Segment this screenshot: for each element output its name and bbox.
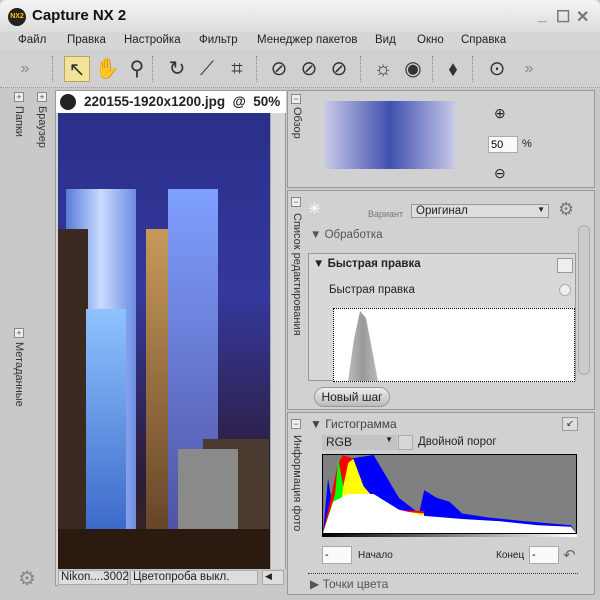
color-points-title: Точки цвета: [322, 577, 389, 591]
menu-edit[interactable]: Правка: [67, 34, 106, 46]
eye-icon[interactable]: ◉: [400, 56, 426, 82]
zoom-out-icon[interactable]: ⊖: [494, 165, 506, 182]
menu-bar: Файл Правка Настройка Фильтр Менеджер па…: [0, 32, 600, 50]
edit-list-panel: − Список редактирования ✳ Вариант Оригин…: [287, 190, 595, 410]
zoom-in-icon[interactable]: ⊕: [494, 105, 506, 122]
control-point-icon[interactable]: ⊙: [484, 56, 510, 82]
toolbar: » ↖ ✋ ⚲ ↻ ⟋ ⌗ ⊘ ⊘ ⊘ ☼ ◉ ⬧ ⊙ »: [0, 50, 600, 88]
camera-info: Nikon....3002: [58, 570, 129, 585]
close-button[interactable]: ✕: [576, 7, 589, 27]
histogram-header[interactable]: ▼ Гистограмма: [310, 417, 397, 431]
auto-retouch-icon[interactable]: ⬧: [440, 56, 466, 82]
document-title: 220155-1920x1200.jpg @ 50% |: [84, 94, 286, 109]
quick-fix-step: ▼ Быстрая правка Быстрая правка: [308, 253, 576, 382]
nx2-icon: [60, 94, 76, 110]
step-title[interactable]: ▼ Быстрая правка: [313, 258, 421, 270]
minimize-button[interactable]: _: [538, 7, 547, 25]
channel-value: RGB: [326, 435, 353, 449]
black-point-icon[interactable]: ⊘: [266, 56, 292, 82]
menu-help[interactable]: Справка: [461, 34, 506, 46]
collapse-icon[interactable]: −: [291, 197, 301, 207]
softproof-select[interactable]: Цветопроба выкл.: [130, 570, 258, 585]
zoom-icon[interactable]: ⚲: [124, 56, 150, 82]
rotate-icon[interactable]: ↻: [164, 56, 190, 82]
crop-icon[interactable]: ⌗: [224, 56, 250, 82]
gear-icon[interactable]: ⚙: [558, 199, 574, 220]
step-title-text: Быстрая правка: [327, 258, 421, 270]
tab-metadata[interactable]: Метаданные: [13, 342, 25, 407]
vertical-scrollbar[interactable]: [270, 113, 285, 569]
section-processing[interactable]: ▼ Обработка: [310, 229, 383, 241]
variant-label: Вариант: [368, 209, 404, 219]
maximize-button[interactable]: ☐: [556, 7, 570, 27]
expand-icon[interactable]: +: [14, 328, 24, 338]
dual-threshold-checkbox[interactable]: [398, 435, 413, 450]
gradient-bar: [322, 534, 577, 537]
tab-browser[interactable]: Браузер: [36, 106, 48, 148]
hand-icon[interactable]: ✋: [94, 56, 120, 82]
menu-adjust[interactable]: Настройка: [124, 34, 181, 46]
variant-select[interactable]: Оригинал ▼: [411, 204, 549, 218]
color-points-header[interactable]: ▶ Точки цвета: [310, 577, 388, 591]
direct-select-icon[interactable]: ↖: [64, 56, 90, 82]
histogram-chart: [322, 454, 577, 534]
title-bar: NX2 Capture NX 2 _ ☐ ✕: [0, 0, 600, 32]
start-input[interactable]: [322, 546, 352, 564]
menu-file[interactable]: Файл: [18, 34, 46, 46]
popout-icon[interactable]: ↙: [562, 417, 578, 431]
step-toggle[interactable]: [559, 284, 571, 296]
section-title: Обработка: [324, 229, 383, 241]
neutral-point-icon[interactable]: ⊘: [296, 56, 322, 82]
photo-info-label: Информация фото: [291, 435, 303, 532]
white-point-icon[interactable]: ⊘: [326, 56, 352, 82]
menu-batch[interactable]: Менеджер пакетов: [257, 34, 357, 46]
app-logo: NX2: [8, 8, 26, 26]
window-title: Capture NX 2: [32, 7, 127, 24]
tab-folders[interactable]: Папки: [13, 106, 25, 137]
end-label: Конец: [496, 550, 525, 561]
step-subtitle: Быстрая правка: [329, 284, 415, 296]
new-step-button[interactable]: Новый шаг: [314, 387, 390, 407]
red-eye-icon[interactable]: ☼: [370, 56, 396, 82]
straighten-icon[interactable]: ⟋: [194, 56, 220, 82]
menu-view[interactable]: Вид: [375, 34, 396, 46]
zoom-unit: %: [522, 138, 532, 150]
edit-list-scrollbar[interactable]: [578, 225, 590, 375]
photo-info-panel: − Информация фото ▼ Гистограмма ↙ RGB ▼ Д…: [287, 412, 595, 595]
more-icon[interactable]: »: [12, 56, 38, 82]
document-window: 220155-1920x1200.jpg @ 50% | Nikon....30…: [55, 90, 286, 586]
step-checkbox[interactable]: [557, 258, 573, 273]
menu-window[interactable]: Окно: [417, 34, 444, 46]
left-panel-strip: + + Папки Браузер + Метаданные ⚙: [8, 88, 54, 590]
reset-icon[interactable]: ↶: [563, 546, 576, 564]
overview-panel: − Обзор ⊕ % ⊖: [287, 90, 595, 188]
more-icon[interactable]: »: [516, 56, 542, 82]
overview-label: Обзор: [291, 107, 303, 139]
histogram-title: Гистограмма: [325, 417, 397, 431]
status-bar: Nikon....3002 Цветопроба выкл. ◀: [58, 569, 286, 586]
document-tab[interactable]: 220155-1920x1200.jpg @ 50% |: [56, 91, 286, 113]
collapse-icon[interactable]: −: [291, 419, 301, 429]
end-input[interactable]: [529, 546, 559, 564]
expand-icon[interactable]: +: [37, 92, 47, 102]
dual-threshold-label: Двойной порог: [418, 436, 497, 448]
menu-filter[interactable]: Фильтр: [199, 34, 238, 46]
overview-thumbnail[interactable]: [325, 101, 455, 169]
curves-graph[interactable]: [333, 308, 575, 382]
spinner-icon: ✳: [308, 201, 322, 218]
gear-icon[interactable]: ⚙: [18, 566, 36, 591]
start-label: Начало: [358, 550, 393, 561]
channel-select[interactable]: RGB ▼: [322, 435, 397, 450]
scroll-left-button[interactable]: ◀: [262, 570, 284, 585]
variant-value: Оригинал: [416, 205, 468, 217]
photo-canvas[interactable]: [58, 113, 270, 569]
collapse-icon[interactable]: −: [291, 94, 301, 104]
expand-icon[interactable]: +: [14, 92, 24, 102]
zoom-input[interactable]: [488, 136, 518, 153]
edit-list-label: Список редактирования: [291, 213, 303, 336]
